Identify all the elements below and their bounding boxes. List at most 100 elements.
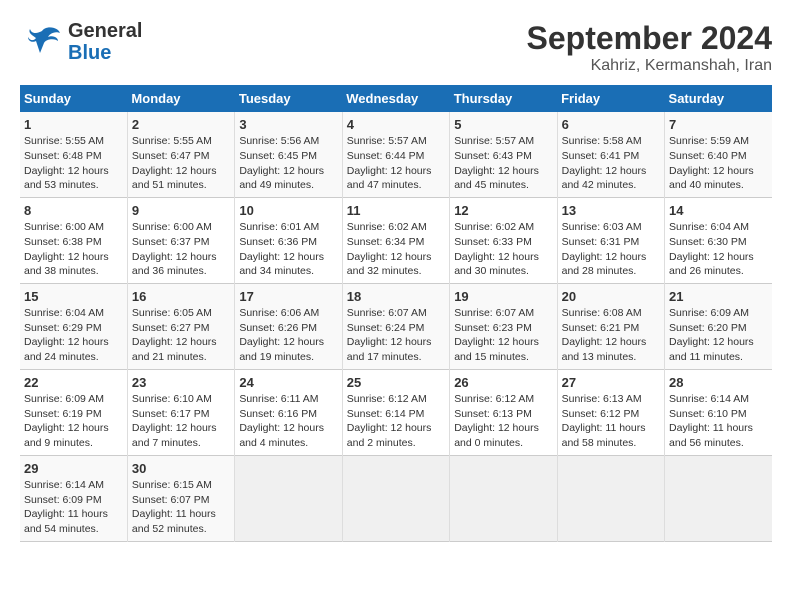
sunset-label: Sunset: 6:10 PM [669, 408, 747, 420]
daylight-label: Daylight: 12 hours and 30 minutes. [454, 251, 539, 278]
day-number: 4 [347, 117, 354, 132]
day-number: 15 [24, 289, 38, 304]
calendar-cell: 19 Sunrise: 6:07 AM Sunset: 6:23 PM Dayligh… [450, 283, 557, 369]
day-number: 24 [239, 375, 253, 390]
calendar-row: 22Sunrise: 6:09 AMSunset: 6:19 PMDayligh… [20, 369, 772, 455]
sunrise-label: Sunrise: 5:59 AM [669, 135, 749, 147]
calendar-cell [665, 455, 772, 541]
daylight-label: Daylight: 12 hours and 17 minutes. [347, 336, 432, 363]
daylight-label: Daylight: 12 hours and 19 minutes. [239, 336, 324, 363]
calendar-table: Sunday Monday Tuesday Wednesday Thursday… [20, 85, 772, 542]
calendar-row: 8Sunrise: 6:00 AMSunset: 6:38 PMDaylight… [20, 197, 772, 283]
daylight-label: Daylight: 11 hours and 52 minutes. [132, 508, 216, 535]
sunset-label: Sunset: 6:23 PM [454, 322, 532, 334]
sunrise-label: Sunrise: 5:57 AM [347, 135, 427, 147]
sunrise-label: Sunrise: 6:08 AM [562, 307, 642, 319]
sunrise-label: Sunrise: 6:00 AM [132, 221, 212, 233]
header-thursday: Thursday [450, 85, 557, 112]
sunset-label: Sunset: 6:16 PM [239, 408, 317, 420]
daylight-label: Daylight: 12 hours and 36 minutes. [132, 251, 217, 278]
header-friday: Friday [557, 85, 664, 112]
day-number: 19 [454, 289, 468, 304]
calendar-cell: 4 Sunrise: 5:57 AM Sunset: 6:44 PM Daylight… [342, 112, 449, 197]
header-saturday: Saturday [665, 85, 772, 112]
calendar-cell [450, 455, 557, 541]
calendar-cell [557, 455, 664, 541]
day-number: 10 [239, 203, 253, 218]
calendar-cell: 7Sunrise: 5:59 AMSunset: 6:40 PMDaylight… [665, 112, 772, 197]
calendar-cell: 18Sunrise: 6:07 AMSunset: 6:24 PMDayligh… [342, 283, 449, 369]
day-number: 30 [132, 461, 146, 476]
sunrise-label: Sunrise: 6:02 AM [347, 221, 427, 233]
day-number: 8 [24, 203, 31, 218]
sunset-label: Sunset: 6:21 PM [562, 322, 640, 334]
sunrise-label: Sunrise: 5:55 AM [24, 135, 104, 147]
sunrise-label: Sunrise: 5:55 AM [132, 135, 212, 147]
daylight-label: Daylight: 12 hours and 7 minutes. [132, 422, 217, 449]
sunset-label: Sunset: 6:26 PM [239, 322, 317, 334]
sunset-label: Sunset: 6:41 PM [562, 150, 640, 162]
day-number: 28 [669, 375, 683, 390]
calendar-cell: 2Sunrise: 5:55 AMSunset: 6:47 PMDaylight… [127, 112, 234, 197]
daylight-label: Daylight: 12 hours and 38 minutes. [24, 251, 109, 278]
logo-line1: General [68, 20, 142, 42]
daylight-label: Daylight: 12 hours and 0 minutes. [454, 422, 539, 449]
day-number: 9 [132, 203, 139, 218]
sunrise-label: Sunrise: 6:02 AM [454, 221, 534, 233]
daylight-label: Daylight: 12 hours and 49 minutes. [239, 165, 324, 192]
sunset-label: Sunset: 6:19 PM [24, 408, 102, 420]
daylight-label: Daylight: 12 hours and 15 minutes. [454, 336, 539, 363]
daylight-label: Daylight: 12 hours and 34 minutes. [239, 251, 324, 278]
day-number: 2 [132, 117, 139, 132]
calendar-cell: 20Sunrise: 6:08 AMSunset: 6:21 PMDayligh… [557, 283, 664, 369]
day-number: 6 [562, 117, 569, 132]
sunset-label: Sunset: 6:45 PM [239, 150, 317, 162]
calendar-cell: 1Sunrise: 5:55 AMSunset: 6:48 PMDaylight… [20, 112, 127, 197]
daylight-label: Daylight: 11 hours and 54 minutes. [24, 508, 108, 535]
day-number: 27 [562, 375, 576, 390]
sunset-label: Sunset: 6:31 PM [562, 236, 640, 248]
daylight-label: Daylight: 12 hours and 42 minutes. [562, 165, 647, 192]
sunrise-label: Sunrise: 6:15 AM [132, 479, 212, 491]
sunrise-label: Sunrise: 6:10 AM [132, 393, 212, 405]
calendar-cell: 17Sunrise: 6:06 AMSunset: 6:26 PMDayligh… [235, 283, 342, 369]
sunrise-label: Sunrise: 5:57 AM [454, 135, 534, 147]
calendar-cell: 12 Sunrise: 6:02 AM Sunset: 6:33 PM Dayligh… [450, 197, 557, 283]
logo-line2: Blue [68, 42, 142, 64]
calendar-cell: 6Sunrise: 5:58 AMSunset: 6:41 PMDaylight… [557, 112, 664, 197]
page-subtitle: Kahriz, Kermanshah, Iran [527, 57, 772, 75]
sunrise-label: Sunrise: 6:09 AM [24, 393, 104, 405]
day-number: 12 [454, 203, 468, 218]
day-number: 17 [239, 289, 253, 304]
daylight-label: Daylight: 12 hours and 24 minutes. [24, 336, 109, 363]
day-number: 29 [24, 461, 38, 476]
sunrise-label: Sunrise: 6:13 AM [562, 393, 642, 405]
sunrise-label: Sunrise: 6:09 AM [669, 307, 749, 319]
sunset-label: Sunset: 6:40 PM [669, 150, 747, 162]
sunrise-label: Sunrise: 6:04 AM [24, 307, 104, 319]
daylight-label: Daylight: 12 hours and 2 minutes. [347, 422, 432, 449]
daylight-label: Daylight: 12 hours and 28 minutes. [562, 251, 647, 278]
sunset-label: Sunset: 6:48 PM [24, 150, 102, 162]
sunset-label: Sunset: 6:13 PM [454, 408, 532, 420]
calendar-cell: 11Sunrise: 6:02 AMSunset: 6:34 PMDayligh… [342, 197, 449, 283]
calendar-header-row: Sunday Monday Tuesday Wednesday Thursday… [20, 85, 772, 112]
logo: General Blue [20, 20, 142, 64]
sunrise-label: Sunrise: 6:07 AM [454, 307, 534, 319]
sunset-label: Sunset: 6:12 PM [562, 408, 640, 420]
day-number: 13 [562, 203, 576, 218]
day-number: 5 [454, 117, 461, 132]
calendar-cell: 26Sunrise: 6:12 AMSunset: 6:13 PMDayligh… [450, 369, 557, 455]
daylight-label: Daylight: 12 hours and 11 minutes. [669, 336, 754, 363]
sunset-label: Sunset: 6:44 PM [347, 150, 425, 162]
day-number: 25 [347, 375, 361, 390]
sunrise-label: Sunrise: 6:01 AM [239, 221, 319, 233]
calendar-cell: 14Sunrise: 6:04 AMSunset: 6:30 PMDayligh… [665, 197, 772, 283]
day-number: 1 [24, 117, 31, 132]
calendar-cell: 24Sunrise: 6:11 AMSunset: 6:16 PMDayligh… [235, 369, 342, 455]
sunset-label: Sunset: 6:27 PM [132, 322, 210, 334]
day-number: 18 [347, 289, 361, 304]
sunset-label: Sunset: 6:33 PM [454, 236, 532, 248]
daylight-label: Daylight: 12 hours and 47 minutes. [347, 165, 432, 192]
calendar-cell [235, 455, 342, 541]
